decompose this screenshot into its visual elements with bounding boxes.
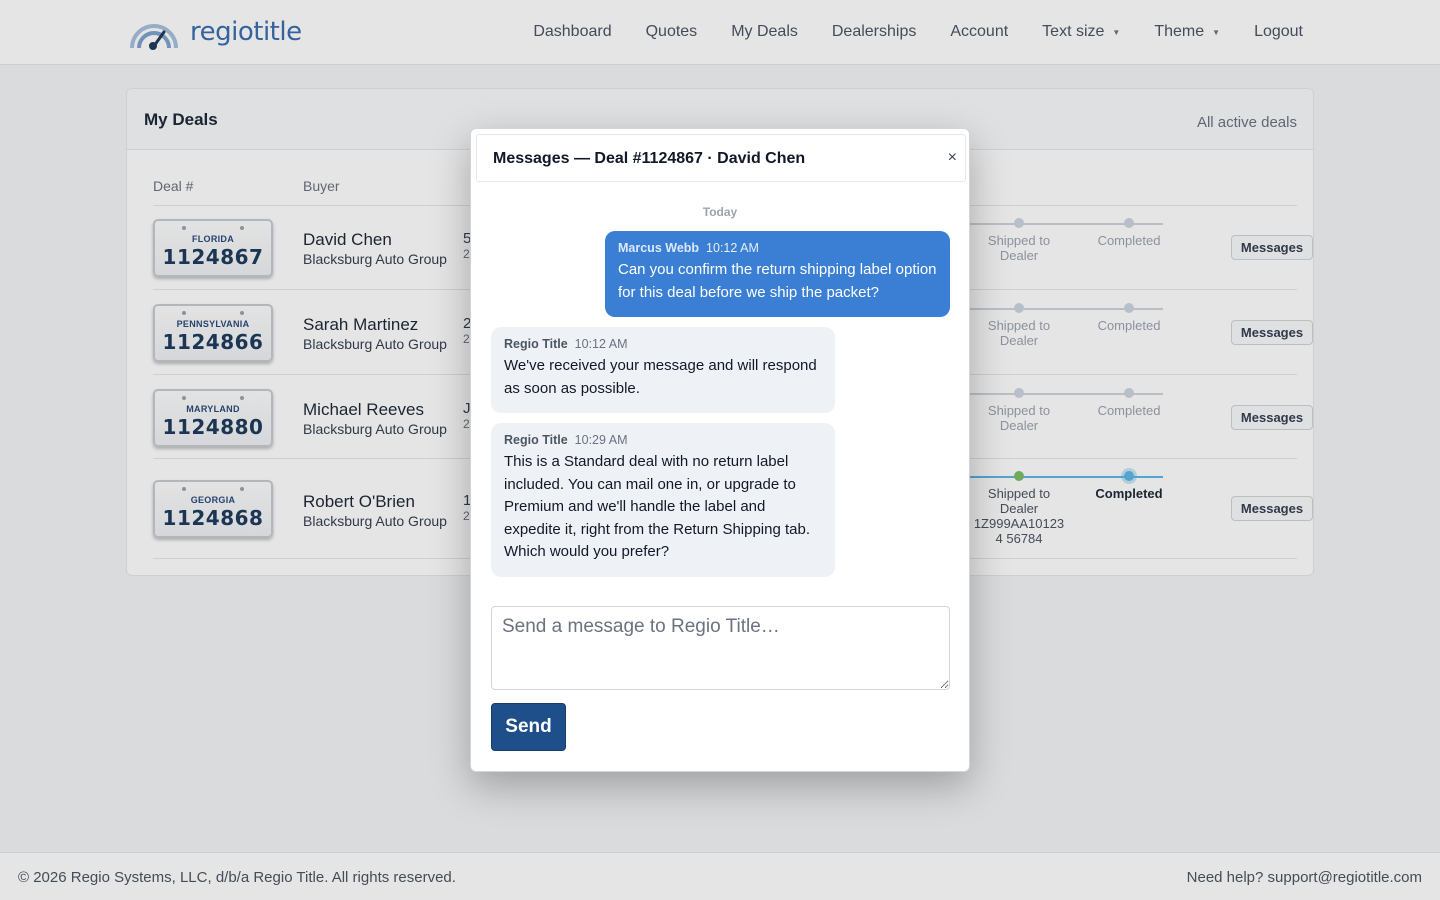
message-bubble-outgoing: Marcus Webb 10:12 AM Can you confirm the … [605, 231, 950, 317]
close-icon[interactable]: × [948, 149, 957, 167]
message-compose-input[interactable] [491, 606, 950, 690]
message-sender: Regio Title [504, 433, 568, 447]
message-meta: Regio Title 10:29 AM [504, 433, 822, 447]
messages-modal: Messages — Deal #1124867 · David Chen × … [470, 128, 970, 772]
message-time: 10:29 AM [574, 433, 628, 447]
message-sender: Regio Title [504, 337, 568, 351]
modal-title: Messages — Deal #1124867 · David Chen [493, 150, 806, 167]
message-text: We've received your message and will res… [504, 357, 817, 397]
message-sender: Marcus Webb [618, 241, 700, 255]
message-meta: Regio Title 10:12 AM [504, 337, 822, 351]
send-button[interactable]: Send [491, 703, 566, 751]
message-text: Can you confirm the return shipping labe… [618, 261, 937, 301]
message-time: 10:12 AM [574, 337, 628, 351]
day-separator: Today [702, 205, 738, 219]
message-bubble-incoming: Regio Title 10:29 AM This is a Standard d… [491, 423, 835, 577]
message-text: This is a Standard deal with no return l… [504, 453, 811, 560]
message-bubble-incoming: Regio Title 10:12 AM We've received your … [491, 327, 835, 413]
message-time: 10:12 AM [706, 241, 759, 255]
message-meta: Marcus Webb 10:12 AM [618, 241, 937, 255]
modal-header: Messages — Deal #1124867 · David Chen × [476, 134, 966, 182]
